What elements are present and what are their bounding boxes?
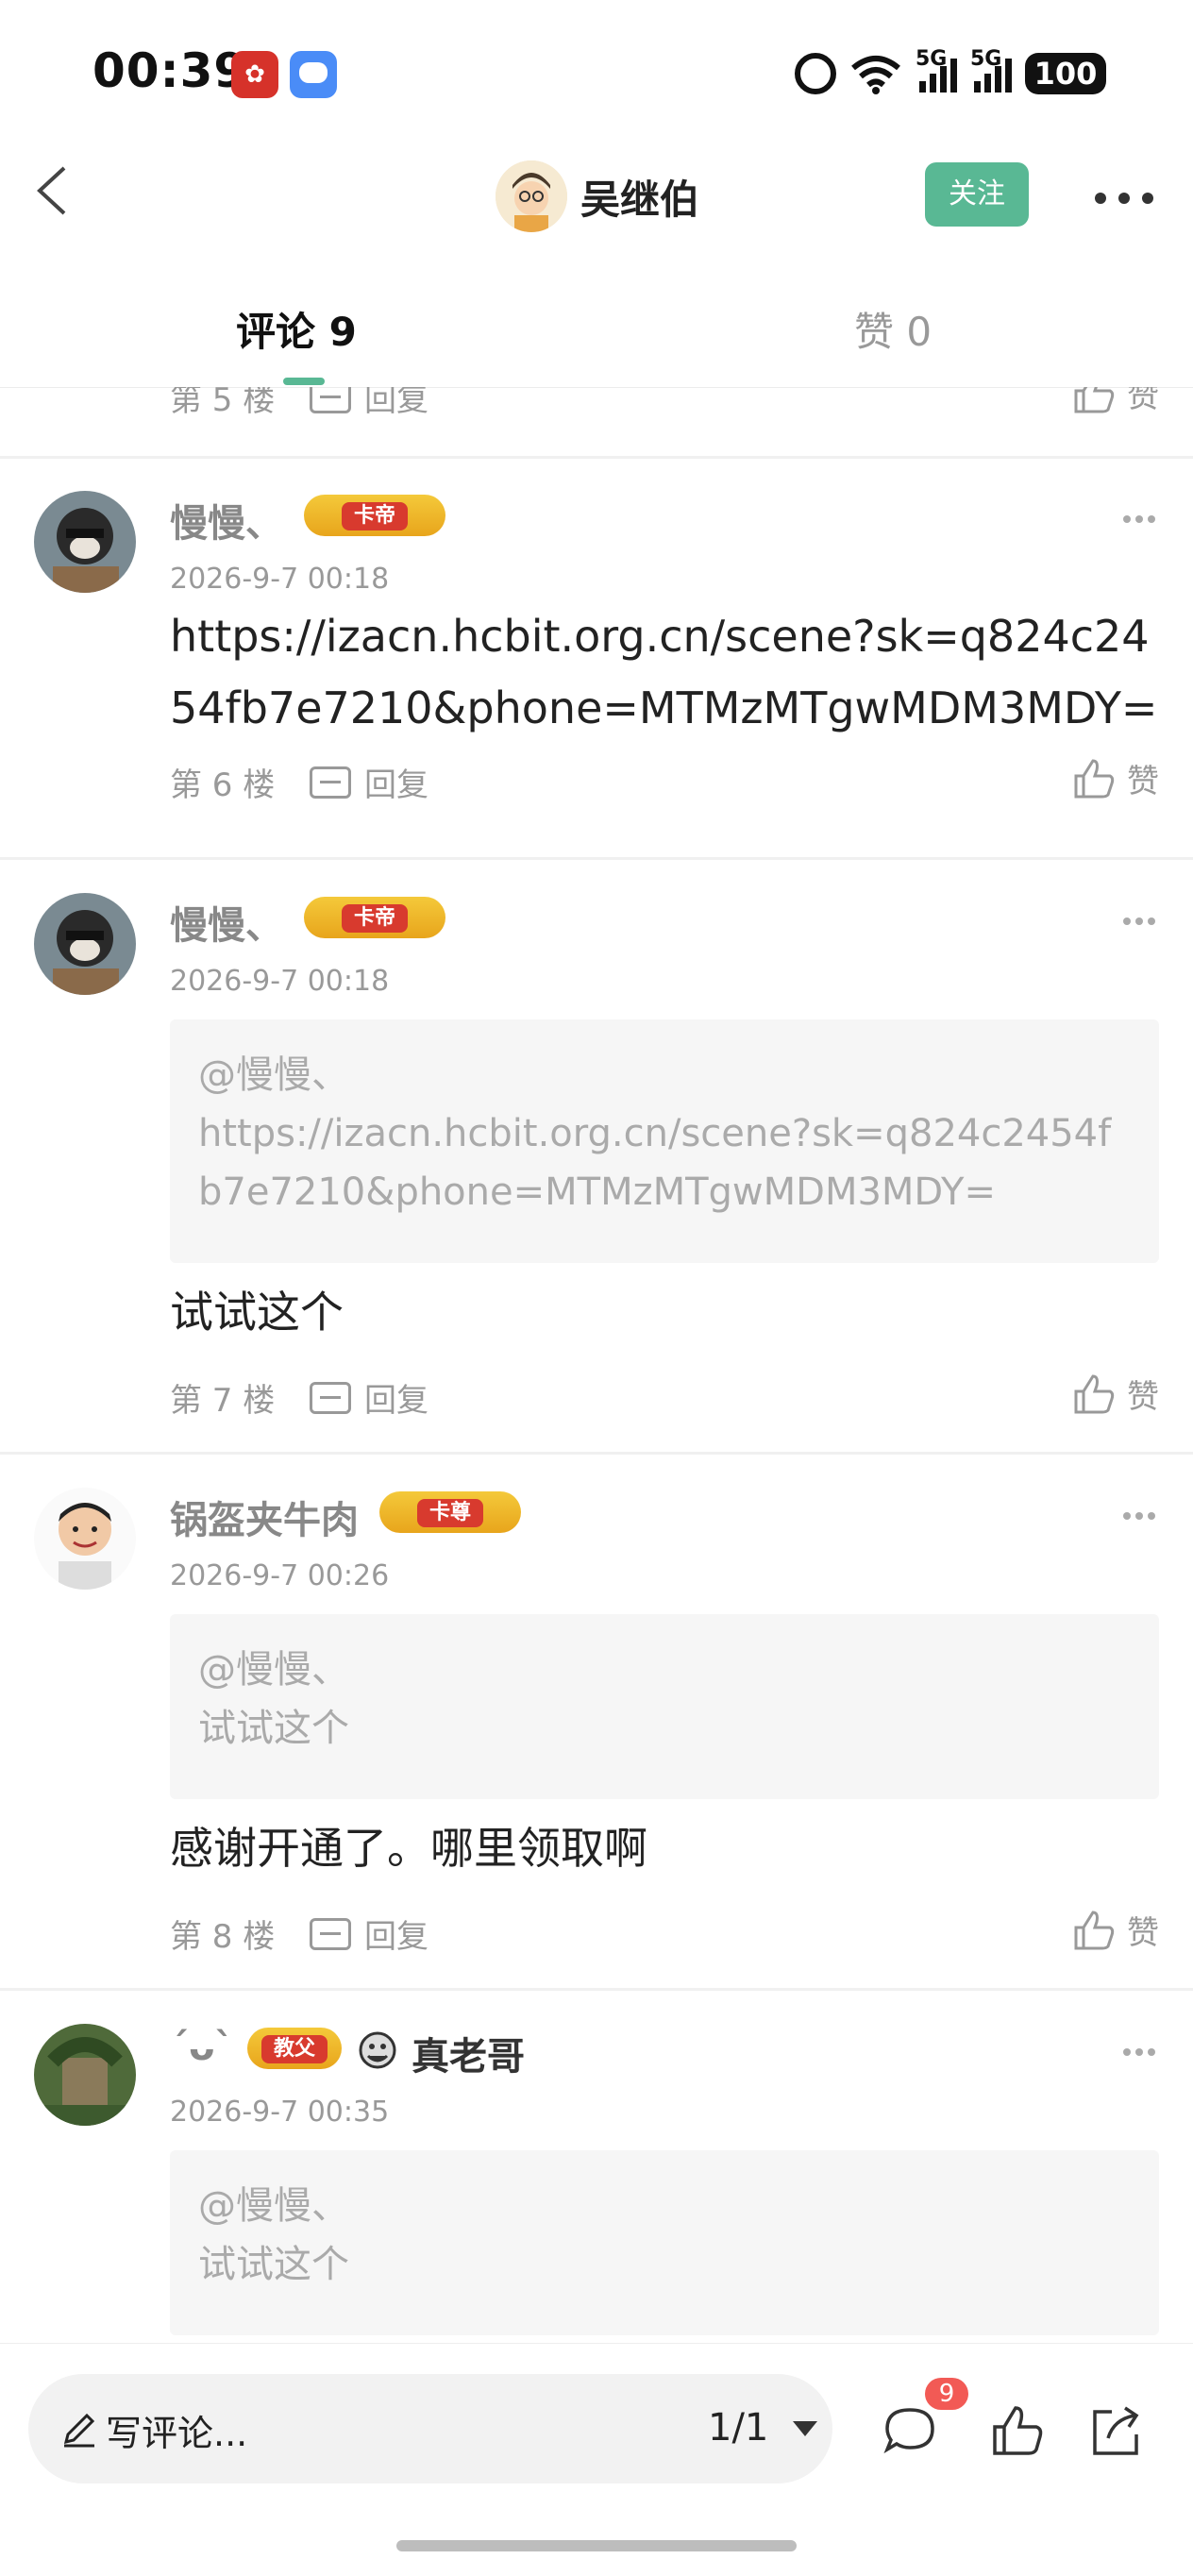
comment-item: 慢慢、 卡帝 2026-9-7 00:18 @慢慢、 https://izacn… [0,893,1193,1422]
quoted-comment[interactable]: @慢慢、 试试这个 [170,1614,1159,1799]
cellular-signal-1-icon: 5G [916,47,957,93]
quoted-comment[interactable]: @慢慢、 试试这个 [170,2150,1159,2335]
reply-button[interactable]: 回复 [310,1374,428,1421]
vip-badge: 卡帝 [304,495,445,536]
bottom-action-bar: 写评论... 1/1 9 [0,2343,1193,2576]
comment-input[interactable]: 写评论... 1/1 [28,2374,832,2483]
tab-comments[interactable]: 评论 9 [236,300,357,358]
message-app-icon [290,51,337,98]
floor-number: 第 5 楼 [170,387,276,419]
commenter-avatar[interactable] [34,2024,136,2126]
follow-button[interactable]: 关注 [925,162,1029,227]
commenter-name[interactable]: 锅盔夹牛肉 [170,1490,359,1544]
thumbs-up-icon[interactable] [989,2402,1046,2459]
battery-icon: 100 [1025,53,1106,94]
quoted-text: 试试这个 [198,2243,349,2286]
comment-more-icon[interactable] [1123,2048,1155,2056]
vip-badge: 卡帝 [304,897,445,938]
divider [0,1988,1193,1991]
commenter-name[interactable]: 慢慢、 [170,895,283,950]
commenter-avatar[interactable] [34,1488,136,1590]
thumbs-up-icon [1074,1910,1115,1949]
commenter-avatar[interactable] [34,893,136,995]
comment-time: 2026-9-7 00:35 [170,2096,390,2129]
comment-text: https://izacn.hcbit.org.cn/scene?sk=q824… [170,611,1158,733]
comment-item: 锅盔夹牛肉 卡尊 2026-9-7 00:26 @慢慢、 试试这个 感谢开通了。… [0,1488,1193,1960]
more-options-icon[interactable] [1095,193,1153,208]
floor-number: 第 8 楼 [170,1918,276,1956]
vip-badge: 卡尊 [379,1491,521,1533]
chevron-down-icon[interactable] [793,2421,817,2436]
status-indicators: 5G 5G 100 [795,47,1106,100]
divider [0,857,1193,860]
vip-badge: 教父 [247,2028,342,2069]
like-button[interactable]: 赞 [1072,755,1159,801]
divider [0,456,1193,459]
cellular-signal-2-icon: 5G [970,47,1012,93]
reply-icon [310,766,351,799]
thumbs-up-icon [1074,758,1115,798]
comment-footer: 第 8 楼 回复 赞 [170,1903,1159,1960]
commenter-name[interactable]: 慢慢、 [170,493,283,547]
status-time: 00:39 [92,43,248,98]
alarm-icon [795,53,836,94]
comment-more-icon[interactable] [1123,1512,1155,1520]
quoted-user: @慢慢、 [198,2184,349,2228]
floor-number: 第 7 楼 [170,1382,276,1420]
comment-item: ´ᴗ` 教父 真老哥 2026-9-7 00:35 @慢慢、 试试这个 [0,2024,1193,2343]
status-bar: 00:39 ✿ 5G 5G 100 [0,0,1193,142]
comment-bubble-icon[interactable] [882,2402,938,2459]
like-button[interactable]: 赞 [1072,1907,1159,1953]
home-indicator[interactable] [396,2540,797,2551]
author-avatar[interactable] [496,160,567,232]
pencil-icon [63,2413,95,2448]
page-indicator[interactable]: 1/1 [708,2406,768,2450]
like-button[interactable]: 赞 [1072,1371,1159,1417]
back-arrow-icon[interactable] [26,162,83,219]
quoted-user: @慢慢、 [198,1053,349,1097]
comment-text: 试试这个 [170,1287,344,1338]
comment-count-badge: 9 [925,2378,968,2410]
reply-button[interactable]: 回复 [310,759,428,805]
reply-button[interactable]: 回复 [310,387,428,420]
thumbs-up-icon [1074,387,1115,412]
reply-icon [310,1917,351,1950]
top-nav-bar: 吴继伯 关注 [0,142,1193,245]
comment-text: 感谢开通了。哪里领取啊 [170,1823,647,1874]
quoted-text: https://izacn.hcbit.org.cn/scene?sk=q824… [198,1112,1112,1214]
reply-icon [310,387,351,413]
emoji-face-icon [359,2031,396,2069]
tab-bar: 评论 9 赞 0 [0,264,1193,388]
share-icon[interactable] [1087,2402,1144,2459]
comment-more-icon[interactable] [1123,515,1155,523]
comment-time: 2026-9-7 00:26 [170,1559,390,1592]
reply-icon [310,1381,351,1414]
comment-more-icon[interactable] [1123,918,1155,925]
reply-button[interactable]: 回复 [310,1911,428,1957]
active-tab-indicator [283,378,325,385]
comment-footer: 第 6 楼 回复 赞 [170,751,1159,808]
floor-number: 第 6 楼 [170,766,276,804]
comment-time: 2026-9-7 00:18 [170,965,390,998]
thumbs-up-icon [1074,1373,1115,1413]
comment-footer: 第 7 楼 回复 赞 [170,1367,1159,1423]
author-name[interactable]: 吴继伯 [580,168,699,226]
quoted-text: 试试这个 [198,1707,349,1750]
comment-list[interactable]: 第 5 楼 回复 赞 慢慢、 卡帝 2026-9-7 00:18 https:/… [0,387,1193,2343]
comment-time: 2026-9-7 00:18 [170,563,390,596]
wifi-icon [851,56,900,94]
commenter-name[interactable]: ´ᴗ` [170,2026,233,2069]
divider [0,1452,1193,1455]
comment-item: 慢慢、 卡帝 2026-9-7 00:18 https://izacn.hcbi… [0,491,1193,804]
tab-likes[interactable]: 赞 0 [854,300,932,358]
comment-input-placeholder: 写评论... [106,2413,248,2454]
comment-footer: 第 5 楼 回复 赞 [170,387,1159,423]
quoted-comment[interactable]: @慢慢、 https://izacn.hcbit.org.cn/scene?sk… [170,1019,1159,1263]
quoted-user: @慢慢、 [198,1648,349,1692]
commenter-name-suffix[interactable]: 真老哥 [412,2026,525,2080]
app-notification-icon: ✿ [231,51,278,98]
commenter-avatar[interactable] [34,491,136,593]
like-button[interactable]: 赞 [1072,387,1159,416]
